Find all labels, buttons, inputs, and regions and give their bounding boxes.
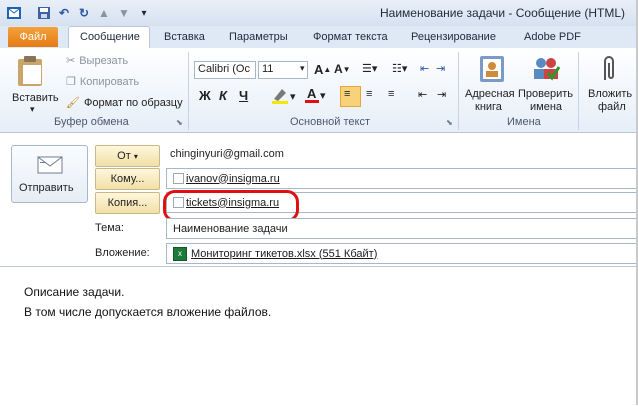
numbering-icon[interactable]: ☷▾ (392, 62, 407, 75)
svg-text:A: A (307, 86, 317, 101)
align-left-icon: ≡ (344, 88, 351, 100)
attach-file-label-2: файл (598, 101, 626, 113)
attachment-field: x Мониторинг тикетов.xlsx (551 Кбайт) (166, 243, 638, 264)
grow-font-icon[interactable]: A ▲ (314, 62, 331, 77)
decrease-indent-2-icon[interactable]: ⇤ (418, 88, 427, 101)
ribbon-separator (578, 52, 579, 130)
attach-file-label-1: Вложить (588, 88, 633, 100)
chevron-down-icon: ▾ (133, 151, 138, 161)
tab-options[interactable]: Параметры (229, 31, 288, 43)
cut-label: Вырезать (79, 54, 129, 67)
tab-insert[interactable]: Вставка (164, 31, 205, 43)
cc-button[interactable]: Копия... (95, 192, 160, 214)
address-book-label-2: книга (475, 101, 502, 113)
dialog-launcher-icon[interactable]: ⬊ (176, 118, 183, 127)
body-line-1: Описание задачи. (24, 285, 125, 299)
subject-label: Тема: (95, 222, 124, 234)
ribbon-separator (188, 52, 189, 130)
scissors-icon: ✂ (66, 55, 76, 67)
tab-file[interactable]: Файл (8, 27, 58, 47)
bullets-icon[interactable]: ☰▾ (362, 62, 377, 75)
highlighter-icon (272, 89, 288, 104)
from-address: chinginyuri@gmail.com (170, 148, 284, 160)
address-book-icon (480, 56, 504, 82)
from-label: От (117, 150, 131, 162)
cut-button[interactable]: ✂ Вырезать (66, 54, 129, 68)
save-icon[interactable] (36, 5, 52, 21)
arrow-down-icon[interactable]: ▼ (116, 5, 132, 21)
dialog-launcher-icon[interactable]: ⬊ (446, 118, 453, 127)
font-color-button[interactable]: A ▾ (304, 86, 326, 104)
paste-dropdown-icon[interactable]: ▾ (30, 104, 35, 115)
increase-indent-icon[interactable]: ⇥ (436, 62, 445, 75)
attachment-file[interactable]: Мониторинг тикетов.xlsx (551 Кбайт) (191, 248, 377, 260)
message-body-text: Описание задачи. В том числе допускается… (24, 282, 271, 322)
group-label-clipboard: Буфер обмена (54, 116, 129, 128)
to-button[interactable]: Кому... (95, 168, 160, 190)
tab-message[interactable]: Сообщение (80, 31, 140, 43)
copy-label: Копировать (79, 75, 140, 88)
send-button[interactable]: Отправить (11, 145, 88, 203)
outlook-icon (6, 5, 22, 21)
format-painter-label: Формат по образцу (83, 96, 183, 109)
send-envelope-icon (37, 156, 63, 174)
group-label-basic-text: Основной текст (290, 116, 370, 128)
address-book-label-1: Адресная (465, 88, 515, 100)
redo-icon[interactable]: ↻ (76, 5, 92, 21)
check-names-button[interactable] (530, 53, 561, 86)
paperclip-icon (604, 56, 614, 80)
copy-button[interactable]: ❐ Копировать (66, 75, 140, 89)
window-title: Наименование задачи - Сообщение (HTML) (380, 6, 626, 20)
decrease-indent-icon[interactable]: ⇤ (420, 62, 429, 75)
chevron-down-icon: ▾ (300, 63, 305, 73)
check-names-label-1: Проверить (518, 88, 574, 100)
align-center-icon[interactable]: ≡ (366, 88, 372, 100)
undo-icon[interactable]: ↶ (56, 5, 72, 21)
align-right-icon[interactable]: ≡ (388, 88, 394, 100)
ribbon-separator (458, 52, 459, 130)
send-label: Отправить (19, 182, 74, 194)
to-address[interactable]: ivanov@insigma.ru (186, 173, 280, 185)
shrink-font-icon[interactable]: A ▼ (334, 62, 351, 76)
group-label-names: Имена (507, 116, 541, 128)
highlight-button[interactable]: ▾ (270, 87, 296, 105)
tab-review[interactable]: Рецензирование (411, 31, 496, 43)
excel-file-icon: x (173, 246, 187, 261)
check-names-label-2: имена (530, 101, 563, 113)
to-field[interactable]: ivanov@insigma.ru (166, 168, 638, 189)
body-line-2: В том числе допускается вложение файлов. (24, 305, 272, 319)
brush-icon: 🖌 (66, 97, 80, 109)
increase-indent-2-icon[interactable]: ⇥ (437, 88, 446, 101)
subject-field[interactable]: Наименование задачи (166, 218, 638, 239)
paste-label: Вставить (12, 92, 59, 104)
arrow-up-icon[interactable]: ▲ (96, 5, 112, 21)
tab-adobe-pdf[interactable]: Adobe PDF (524, 31, 581, 43)
clipboard-icon (18, 56, 42, 86)
underline-button[interactable]: Ч (239, 88, 248, 103)
font-color-icon: A (305, 86, 319, 103)
customize-toolbar-icon[interactable]: ▾ (136, 5, 152, 21)
from-button[interactable]: От ▾ (95, 145, 160, 167)
italic-button[interactable]: К (219, 88, 227, 103)
attachment-label: Вложение: (95, 247, 150, 259)
font-name-select[interactable]: Calibri (Ос (194, 61, 256, 79)
copy-icon: ❐ (66, 76, 76, 88)
format-painter-button[interactable]: 🖌 Формат по образцу (66, 96, 183, 110)
check-names-icon (534, 58, 561, 81)
tab-format-text[interactable]: Формат текста (313, 31, 388, 43)
attach-file-button[interactable] (598, 54, 620, 87)
bold-button[interactable]: Ж (199, 88, 211, 103)
subject-value: Наименование задачи (173, 222, 288, 235)
address-book-button[interactable] (477, 54, 507, 87)
recipient-checkbox-icon (173, 173, 184, 184)
paste-button[interactable] (14, 54, 48, 91)
